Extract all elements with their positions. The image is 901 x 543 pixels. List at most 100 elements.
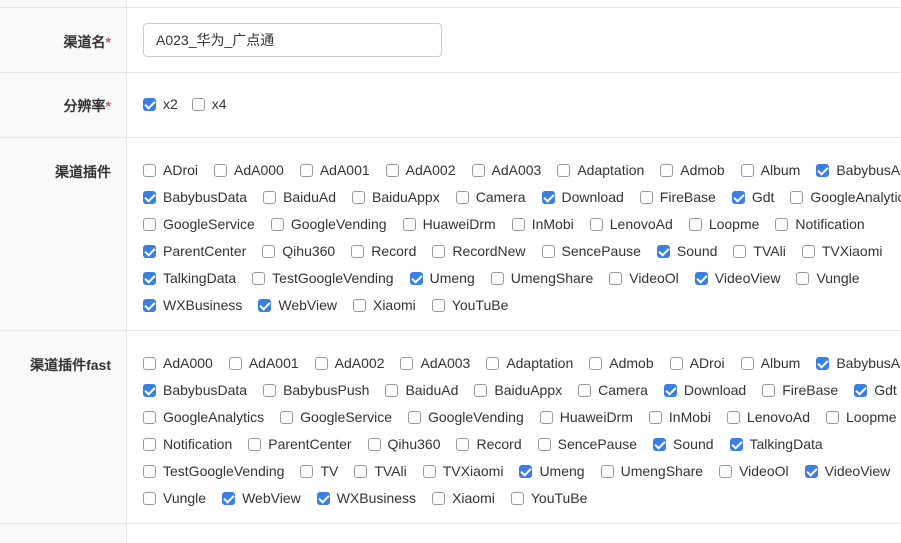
checkbox[interactable] (248, 437, 262, 451)
checkbox[interactable] (719, 464, 733, 478)
checkbox-option-loopme[interactable]: Loopme (825, 407, 897, 427)
checkbox-option-ada003[interactable]: AdA003 (400, 353, 470, 373)
checkbox[interactable] (143, 383, 156, 397)
checkbox-option-xiaomi[interactable]: Xiaomi (352, 295, 416, 315)
checkbox[interactable] (609, 271, 623, 285)
checkbox-option-inmobi[interactable]: InMobi (648, 407, 711, 427)
checkbox[interactable] (143, 97, 156, 111)
checkbox-option-gdt[interactable]: Gdt (854, 380, 897, 400)
checkbox-option-qihu360[interactable]: Qihu360 (367, 434, 440, 454)
checkbox[interactable] (352, 190, 365, 204)
checkbox-option-ada000[interactable]: AdA000 (143, 353, 213, 373)
checkbox-option-webview[interactable]: WebView (222, 488, 301, 508)
checkbox-option-talkingdata[interactable]: TalkingData (729, 434, 823, 454)
checkbox[interactable] (656, 244, 670, 258)
checkbox[interactable] (400, 356, 414, 370)
checkbox-option-loopme[interactable]: Loopme (688, 214, 759, 234)
checkbox-option-googleservice[interactable]: GoogleService (143, 214, 255, 234)
checkbox-option-talkingdata[interactable]: TalkingData (143, 268, 236, 288)
checkbox-option-wxbusiness[interactable]: WXBusiness (316, 488, 416, 508)
checkbox-option-admob[interactable]: Admob (660, 160, 725, 180)
checkbox[interactable] (408, 410, 421, 424)
checkbox[interactable] (222, 491, 236, 505)
checkbox[interactable] (796, 271, 810, 285)
checkbox-option-videool[interactable]: VideoOl (609, 268, 679, 288)
checkbox[interactable] (729, 437, 743, 451)
checkbox-option-videool[interactable]: VideoOl (719, 461, 789, 481)
checkbox[interactable] (510, 491, 524, 505)
checkbox[interactable] (300, 464, 314, 478)
checkbox-option-recordnew[interactable]: RecordNew (432, 241, 526, 261)
checkbox[interactable] (143, 410, 156, 424)
checkbox-option-ada001[interactable]: AdA001 (228, 353, 299, 373)
checkbox-option-baiduad[interactable]: BaiduAd (385, 380, 458, 400)
checkbox[interactable] (252, 271, 266, 285)
checkbox[interactable] (541, 244, 555, 258)
channel-name-input[interactable] (143, 23, 442, 57)
checkbox-option-parentcenter[interactable]: ParentCenter (143, 241, 246, 261)
checkbox[interactable] (511, 217, 525, 231)
checkbox[interactable] (143, 298, 156, 312)
checkbox[interactable] (422, 464, 436, 478)
checkbox-option-album[interactable]: Album (740, 160, 800, 180)
checkbox-option-tvali[interactable]: TVAli (354, 461, 407, 481)
checkbox-option-videoview[interactable]: VideoView (694, 268, 780, 288)
checkbox[interactable] (660, 163, 674, 177)
checkbox-option-babybusdata[interactable]: BabybusData (143, 380, 247, 400)
checkbox-option-huaweidrm[interactable]: HuaweiDrm (402, 214, 496, 234)
checkbox[interactable] (539, 410, 553, 424)
checkbox[interactable] (280, 410, 294, 424)
checkbox[interactable] (733, 244, 747, 258)
checkbox[interactable] (143, 271, 156, 285)
checkbox-option-download[interactable]: Download (663, 380, 746, 400)
checkbox-option-sencepause[interactable]: SencePause (537, 434, 637, 454)
checkbox-option-vungle[interactable]: Vungle (143, 488, 206, 508)
checkbox[interactable] (432, 491, 446, 505)
checkbox[interactable] (262, 244, 276, 258)
checkbox-option-babybuspush[interactable]: BabybusPush (263, 380, 369, 400)
checkbox-option-googlevending[interactable]: GoogleVending (408, 407, 524, 427)
checkbox-option-googleservice[interactable]: GoogleService (280, 407, 392, 427)
checkbox[interactable] (299, 163, 313, 177)
checkbox-option-xiaomi[interactable]: Xiaomi (432, 488, 495, 508)
checkbox-option-umengshare[interactable]: UmengShare (600, 461, 703, 481)
checkbox[interactable] (270, 217, 284, 231)
checkbox[interactable] (432, 244, 446, 258)
checkbox[interactable] (740, 163, 754, 177)
checkbox[interactable] (352, 298, 366, 312)
checkbox-option-firebase[interactable]: FireBase (639, 187, 716, 207)
checkbox[interactable] (600, 464, 614, 478)
checkbox-option-camera[interactable]: Camera (455, 187, 526, 207)
checkbox-option-googleanalytics[interactable]: GoogleAnalytics (790, 187, 901, 207)
checkbox-option-record[interactable]: Record (456, 434, 522, 454)
checkbox[interactable] (351, 244, 365, 258)
checkbox[interactable] (648, 410, 662, 424)
checkbox-option-notification[interactable]: Notification (143, 434, 232, 454)
checkbox[interactable] (775, 217, 789, 231)
checkbox[interactable] (688, 217, 702, 231)
checkbox[interactable] (431, 298, 445, 312)
checkbox[interactable] (316, 491, 330, 505)
checkbox[interactable] (263, 383, 277, 397)
checkbox-option-sound[interactable]: Sound (656, 241, 717, 261)
checkbox-option-notification[interactable]: Notification (775, 214, 865, 234)
checkbox-option-lenovoad[interactable]: LenovoAd (726, 407, 810, 427)
checkbox-option-album[interactable]: Album (740, 353, 800, 373)
resolution-option-x2[interactable]: x2 (143, 94, 178, 114)
checkbox[interactable] (816, 356, 830, 370)
checkbox[interactable] (790, 190, 804, 204)
checkbox-option-admob[interactable]: Admob (589, 353, 654, 373)
checkbox[interactable] (589, 217, 603, 231)
checkbox[interactable] (762, 383, 776, 397)
checkbox[interactable] (409, 271, 423, 285)
checkbox[interactable] (578, 383, 592, 397)
checkbox[interactable] (191, 97, 205, 111)
checkbox-option-camera[interactable]: Camera (578, 380, 648, 400)
checkbox[interactable] (385, 383, 399, 397)
checkbox[interactable] (143, 356, 156, 370)
checkbox[interactable] (694, 271, 708, 285)
checkbox[interactable] (474, 383, 488, 397)
checkbox[interactable] (731, 190, 745, 204)
checkbox-option-babybusad[interactable]: BabybusAd (816, 160, 901, 180)
checkbox-option-tvxiaomi[interactable]: TVXiaomi (422, 461, 503, 481)
